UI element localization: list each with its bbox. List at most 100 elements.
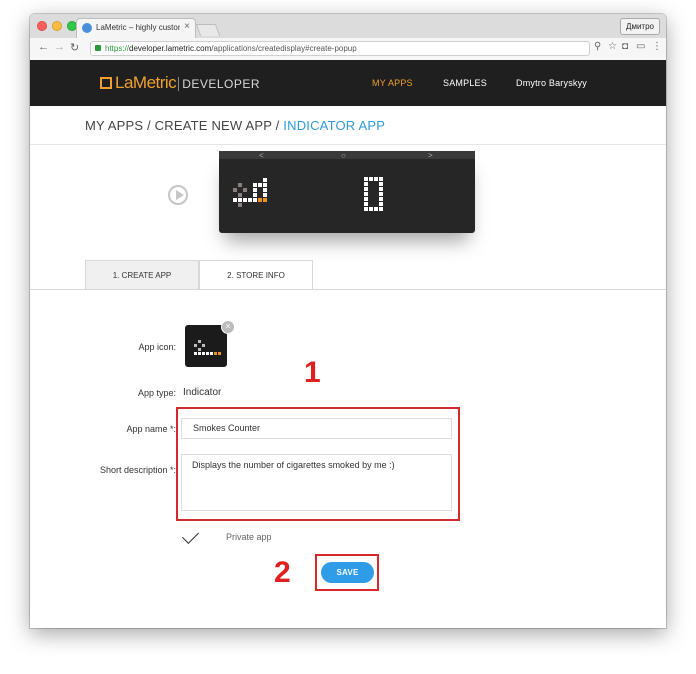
- private-app-label: Private app: [226, 532, 272, 542]
- remove-icon-button[interactable]: ×: [221, 320, 235, 334]
- app-icon-preview[interactable]: [185, 325, 227, 367]
- display-pixel: [364, 197, 368, 201]
- display-pixel: [258, 198, 262, 202]
- lock-icon: [95, 45, 101, 51]
- display-pixel: [364, 202, 368, 206]
- reload-icon[interactable]: ↻: [70, 41, 79, 54]
- display-pixel: [233, 198, 237, 202]
- favicon-icon: [82, 23, 92, 33]
- display-pixel: [202, 352, 205, 355]
- save-button[interactable]: SAVE: [321, 562, 374, 583]
- display-pixel: [379, 207, 383, 211]
- display-pixel: [238, 198, 242, 202]
- back-arrow-icon[interactable]: ←: [38, 41, 49, 53]
- device-button-bar: [219, 151, 475, 159]
- title-bar: LaMetric – highly customizable × Дмитро: [30, 14, 666, 39]
- address-bar[interactable]: https://developer.lametric.com/applicati…: [90, 41, 590, 56]
- app-icon-label: App icon:: [138, 342, 176, 352]
- lametric-device: < ○ >: [219, 151, 475, 233]
- display-pixel: [364, 182, 368, 186]
- play-icon[interactable]: [168, 185, 188, 205]
- profile-button[interactable]: Дмитро: [620, 18, 660, 35]
- display-pixel: [253, 183, 257, 187]
- display-pixel: [379, 197, 383, 201]
- display-pixel: [379, 192, 383, 196]
- logo-text: LaMetric: [115, 73, 177, 92]
- display-pixel: [379, 182, 383, 186]
- display-pixel: [263, 188, 267, 192]
- display-pixel: [194, 352, 197, 355]
- nav-user[interactable]: Dmytro Baryskyy: [516, 78, 587, 88]
- display-pixel: [263, 183, 267, 187]
- display-pixel: [374, 207, 378, 211]
- tab-title: LaMetric – highly customizable: [96, 23, 180, 32]
- pocket-icon[interactable]: ◘: [622, 41, 628, 52]
- forward-arrow-icon[interactable]: →: [54, 41, 65, 53]
- display-pixel: [214, 352, 217, 355]
- device-preview: < ○ >: [30, 145, 666, 260]
- tab-create-app[interactable]: 1. CREATE APP: [85, 260, 199, 290]
- display-pixel: [379, 202, 383, 206]
- display-pixel: [198, 340, 201, 343]
- display-pixel: [263, 193, 267, 197]
- lametric-logo[interactable]: LaMetric DEVELOPER: [100, 73, 261, 93]
- url-scheme: https://: [105, 44, 130, 53]
- device-left-button[interactable]: <: [259, 151, 264, 160]
- toolbar: ← → ↻ https://developer.lametric.com/app…: [30, 38, 666, 61]
- nav-samples[interactable]: SAMPLES: [443, 78, 487, 88]
- annotation-box-1: [176, 407, 460, 521]
- display-pixel: [253, 198, 257, 202]
- logo-subtitle: DEVELOPER: [178, 77, 261, 91]
- short-description-label: Short description *:: [99, 465, 176, 475]
- annotation-number-2: 2: [274, 556, 291, 589]
- app-name-label: App name *:: [126, 424, 176, 434]
- display-pixel: [379, 177, 383, 181]
- display-pixel: [206, 352, 209, 355]
- display-pixel: [364, 177, 368, 181]
- display-pixel: [198, 348, 201, 351]
- display-pixel: [243, 188, 247, 192]
- breadcrumb: MY APPS / CREATE NEW APP / INDICATOR APP: [85, 118, 385, 133]
- device-center-button[interactable]: ○: [341, 151, 346, 160]
- display-pixel: [364, 187, 368, 191]
- nav-my-apps[interactable]: MY APPS: [372, 78, 413, 88]
- display-pixel: [258, 183, 262, 187]
- display-pixel: [233, 188, 237, 192]
- logo-mark-icon: [100, 77, 112, 89]
- annotation-number-1: 1: [304, 356, 321, 389]
- tabs-divider: [30, 289, 666, 290]
- display-pixel: [253, 193, 257, 197]
- browser-tab[interactable]: LaMetric – highly customizable ×: [76, 18, 196, 38]
- display-pixel: [248, 198, 252, 202]
- display-pixel: [243, 198, 247, 202]
- display-pixel: [263, 198, 267, 202]
- display-pixel: [374, 177, 378, 181]
- breadcrumb-current: INDICATOR APP: [283, 118, 386, 133]
- private-app-checkbox[interactable]: [182, 527, 199, 544]
- new-tab-button[interactable]: [195, 24, 221, 36]
- site-header: LaMetric DEVELOPER MY APPS SAMPLES Dmytro…: [30, 60, 666, 106]
- display-pixel: [210, 352, 213, 355]
- menu-icon[interactable]: ⋮: [652, 41, 662, 52]
- display-pixel: [202, 344, 205, 347]
- display-pixel: [194, 344, 197, 347]
- star-icon[interactable]: ☆: [608, 41, 617, 52]
- device-right-button[interactable]: >: [428, 151, 433, 160]
- key-icon[interactable]: ⚲: [594, 41, 601, 52]
- url-host: developer.lametric.com: [129, 44, 212, 53]
- cast-icon[interactable]: ▭: [636, 41, 645, 52]
- display-pixel: [218, 352, 221, 355]
- display-pixel: [238, 193, 242, 197]
- url-path: /applications/createdisplay#create-popup: [211, 44, 357, 53]
- app-type-value: Indicator: [183, 387, 222, 398]
- display-pixel: [379, 187, 383, 191]
- minimize-window-button[interactable]: [52, 21, 62, 31]
- tab-store-info[interactable]: 2. STORE INFO: [199, 260, 313, 290]
- display-pixel: [238, 203, 242, 207]
- browser-window: LaMetric – highly customizable × Дмитро …: [30, 14, 666, 628]
- tab-close-icon[interactable]: ×: [184, 21, 190, 32]
- breadcrumb-path: MY APPS / CREATE NEW APP /: [85, 118, 284, 133]
- display-pixel: [364, 192, 368, 196]
- display-pixel: [364, 207, 368, 211]
- close-window-button[interactable]: [37, 21, 47, 31]
